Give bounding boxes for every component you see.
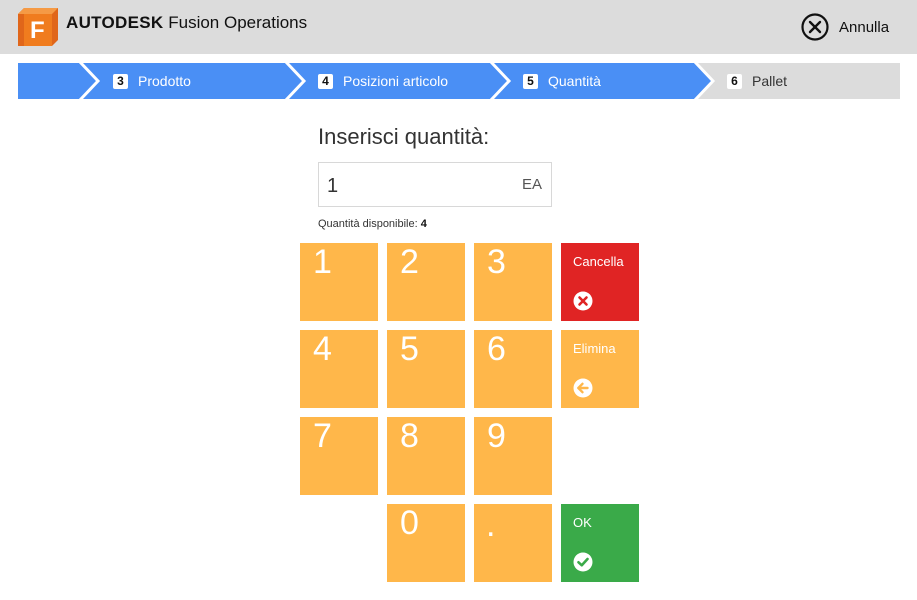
available-value: 4: [420, 218, 427, 230]
step-number: 5: [523, 73, 538, 89]
key-2[interactable]: 2: [387, 243, 465, 321]
quantity-field[interactable]: EA: [318, 162, 552, 207]
key-6[interactable]: 6: [474, 330, 552, 408]
svg-text:F: F: [30, 17, 45, 44]
key-digit: 1: [313, 243, 332, 281]
key-digit: 3: [487, 243, 506, 281]
step-label: Pallet: [752, 73, 788, 89]
product-name: Fusion Operations: [168, 13, 308, 32]
step-quantita[interactable]: 5 Quantità: [523, 63, 601, 99]
fusion-logo: F: [18, 8, 58, 46]
cancel-label: Annulla: [839, 18, 890, 36]
key-7[interactable]: 7: [300, 417, 378, 495]
key-digit: 8: [400, 417, 419, 455]
step-number: 4: [318, 73, 333, 89]
key-digit: 9: [487, 417, 506, 455]
clear-button[interactable]: Cancella: [561, 243, 639, 321]
ok-button[interactable]: OK: [561, 504, 639, 582]
available-label: Quantità disponibile:: [318, 218, 418, 230]
key-digit: 4: [313, 330, 332, 368]
backspace-button[interactable]: Elimina: [561, 330, 639, 408]
key-digit: 5: [400, 330, 419, 368]
clear-icon: [573, 291, 593, 311]
clear-label: Cancella: [573, 254, 624, 269]
key-8[interactable]: 8: [387, 417, 465, 495]
step-pallet: 6 Pallet: [727, 63, 787, 99]
step-label: Prodotto: [138, 73, 191, 89]
cancel-button[interactable]: Annulla: [800, 12, 889, 42]
key-digit: 2: [400, 243, 419, 281]
key-9[interactable]: 9: [474, 417, 552, 495]
step-number: 6: [727, 73, 742, 89]
key-digit: 0: [400, 504, 419, 542]
key-digit: .: [486, 506, 496, 544]
available-quantity: Quantità disponibile: 4: [318, 218, 427, 230]
app-header: F AUTODESK Fusion Operations Annulla: [0, 0, 917, 54]
unit-label: EA: [521, 176, 542, 193]
wizard-stepper: 3 Prodotto 4 Posizioni articolo 5 Quanti…: [18, 63, 900, 99]
close-circle-icon: [801, 13, 829, 41]
backspace-arrow-icon: [573, 378, 593, 398]
page-title: Inserisci quantità:: [318, 124, 490, 149]
step-label: Quantità: [548, 73, 601, 89]
checkmark-icon: [573, 552, 593, 572]
key-4[interactable]: 4: [300, 330, 378, 408]
key-0[interactable]: 0: [387, 504, 465, 582]
step-number: 3: [113, 73, 128, 89]
quantity-input[interactable]: [327, 173, 507, 199]
key-3[interactable]: 3: [474, 243, 552, 321]
step-posizioni-articolo[interactable]: 4 Posizioni articolo: [318, 63, 448, 99]
key-digit: 6: [487, 330, 506, 368]
brand-name: AUTODESK: [66, 13, 164, 32]
step-label: Posizioni articolo: [343, 73, 449, 89]
key-digit: 7: [313, 417, 332, 455]
step-prodotto[interactable]: 3 Prodotto: [113, 63, 191, 99]
key-1[interactable]: 1: [300, 243, 378, 321]
key-5[interactable]: 5: [387, 330, 465, 408]
ok-label: OK: [573, 515, 592, 530]
app-title: AUTODESK Fusion Operations: [66, 13, 307, 33]
backspace-label: Elimina: [573, 341, 616, 356]
key-decimal[interactable]: .: [474, 504, 552, 582]
